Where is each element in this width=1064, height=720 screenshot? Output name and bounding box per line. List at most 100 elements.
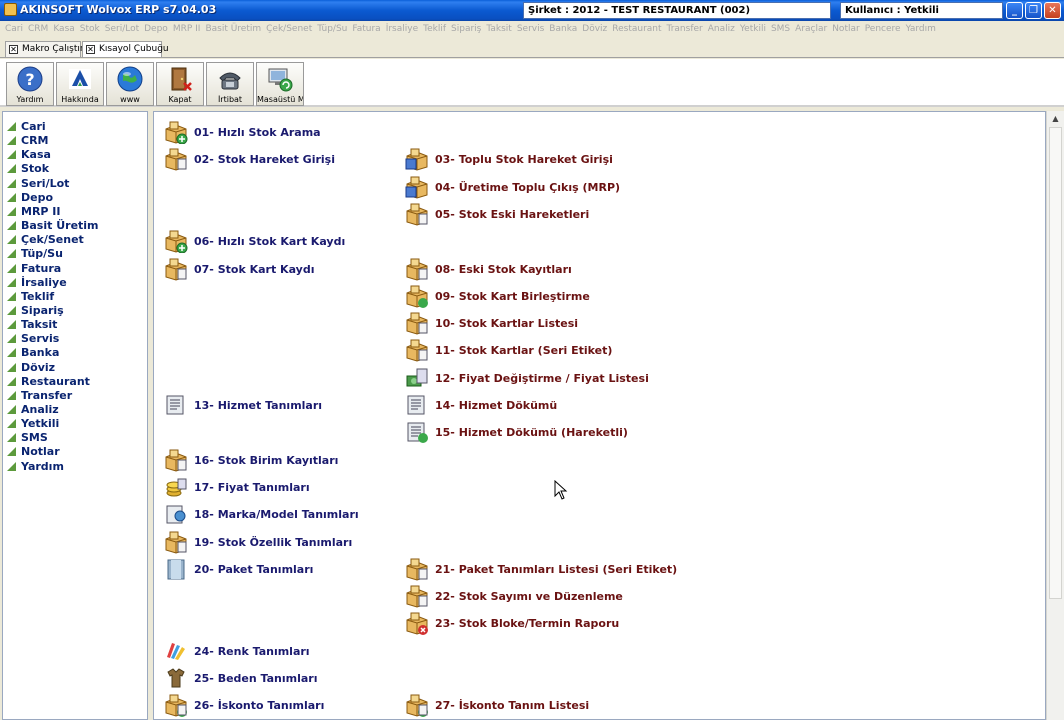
menu-item[interactable]: Döviz xyxy=(577,21,607,34)
sidebar-item[interactable]: Yetkili xyxy=(7,417,59,431)
module-link[interactable]: 22- Stok Sayımı ve Düzenleme xyxy=(405,584,725,608)
module-link-label[interactable]: 09- Stok Kart Birleştirme xyxy=(435,290,590,303)
scroll-thumb[interactable] xyxy=(1049,127,1062,599)
sidebar-item[interactable]: CRM xyxy=(7,134,49,148)
menu-item[interactable]: Restaurant xyxy=(607,21,661,34)
module-link[interactable]: 18- Marka/Model Tanımları xyxy=(164,502,484,526)
menu-item[interactable]: Transfer xyxy=(662,21,703,34)
menu-item[interactable]: Pencere xyxy=(860,21,901,34)
menu-item[interactable]: CRM xyxy=(23,21,48,34)
sidebar-item[interactable]: Restaurant xyxy=(7,375,90,389)
sidebar-item[interactable]: Taksit xyxy=(7,318,57,332)
module-link-label[interactable]: 17- Fiyat Tanımları xyxy=(194,481,310,494)
menu-item[interactable]: Servis xyxy=(512,21,544,34)
tab-close-icon[interactable]: ✕ xyxy=(9,45,18,54)
module-link[interactable]: 17- Fiyat Tanımları xyxy=(164,475,484,499)
module-link-label[interactable]: 12- Fiyat Değiştirme / Fiyat Listesi xyxy=(435,372,649,385)
minimize-button[interactable]: _ xyxy=(1006,2,1023,19)
menu-item[interactable]: Seri/Lot xyxy=(100,21,139,34)
exit-button[interactable]: Kapat xyxy=(156,62,204,106)
module-link[interactable]: 24- Renk Tanımları xyxy=(164,639,484,663)
sidebar-item[interactable]: İrsaliye xyxy=(7,276,67,290)
module-link[interactable]: 16- Stok Birim Kayıtları xyxy=(164,448,484,472)
module-link[interactable]: 15- Hizmet Dökümü (Hareketli) xyxy=(405,420,725,444)
module-link-label[interactable]: 23- Stok Bloke/Termin Raporu xyxy=(435,617,619,630)
module-link[interactable]: 23- Stok Bloke/Termin Raporu xyxy=(405,611,725,636)
module-link[interactable]: 04- Üretime Toplu Çıkış (MRP) xyxy=(405,175,725,199)
module-link-label[interactable]: 25- Beden Tanımları xyxy=(194,672,318,685)
module-link[interactable]: 01- Hızlı Stok Arama xyxy=(164,120,484,144)
desktop-button[interactable]: Masaüstü M xyxy=(256,62,304,106)
sidebar-item[interactable]: Servis xyxy=(7,332,59,346)
menu-item[interactable]: Çek/Senet xyxy=(261,21,312,34)
module-link-label[interactable]: 04- Üretime Toplu Çıkış (MRP) xyxy=(435,181,620,194)
menu-item[interactable]: Teklif xyxy=(418,21,446,34)
contact-button[interactable]: İrtibat xyxy=(206,62,254,106)
sidebar-item[interactable]: Basit Üretim xyxy=(7,219,99,233)
sidebar-item[interactable]: Depo xyxy=(7,191,53,205)
sidebar-item[interactable]: Seri/Lot xyxy=(7,177,69,191)
sidebar-item[interactable]: Döviz xyxy=(7,361,55,375)
module-link[interactable]: 12- Fiyat Değiştirme / Fiyat Listesi xyxy=(405,366,725,390)
sidebar-item[interactable]: Banka xyxy=(7,346,59,360)
module-link-label[interactable]: 02- Stok Hareket Girişi xyxy=(194,153,335,166)
module-link[interactable]: 08- Eski Stok Kayıtları xyxy=(405,257,725,281)
module-link-label[interactable]: 05- Stok Eski Hareketleri xyxy=(435,208,589,221)
company-field[interactable]: Şirket : 2012 - TEST RESTAURANT (002) xyxy=(523,2,831,19)
module-link-label[interactable]: 11- Stok Kartlar (Seri Etiket) xyxy=(435,344,612,357)
menu-item[interactable]: Kasa xyxy=(48,21,74,34)
about-button[interactable]: Hakkında xyxy=(56,62,104,106)
close-button[interactable]: ✕ xyxy=(1044,2,1061,19)
menu-item[interactable]: SMS xyxy=(766,21,790,34)
sidebar-item[interactable]: Cari xyxy=(7,120,46,134)
module-link-label[interactable]: 06- Hızlı Stok Kart Kaydı xyxy=(194,235,345,248)
module-link[interactable]: 25- Beden Tanımları xyxy=(164,666,484,690)
module-link[interactable]: 10- Stok Kartlar Listesi xyxy=(405,311,725,335)
module-link-label[interactable]: 24- Renk Tanımları xyxy=(194,645,310,658)
www-button[interactable]: www xyxy=(106,62,154,106)
sidebar-item[interactable]: SMS xyxy=(7,431,48,445)
menu-item[interactable]: Stok xyxy=(75,21,100,34)
module-link-label[interactable]: 26- İskonto Tanımları xyxy=(194,699,324,712)
module-link[interactable]: 06- Hızlı Stok Kart Kaydı xyxy=(164,229,484,254)
scroll-up-icon[interactable]: ▲ xyxy=(1048,111,1063,126)
module-link-label[interactable]: 13- Hizmet Tanımları xyxy=(194,399,322,412)
module-link-label[interactable]: 14- Hizmet Dökümü xyxy=(435,399,557,412)
sidebar-item[interactable]: Kasa xyxy=(7,148,51,162)
sidebar-item[interactable]: Teklif xyxy=(7,290,54,304)
menu-item[interactable]: Araçlar xyxy=(790,21,827,34)
sidebar-item[interactable]: Notlar xyxy=(7,445,60,459)
module-link-label[interactable]: 18- Marka/Model Tanımları xyxy=(194,508,359,521)
module-link-label[interactable]: 03- Toplu Stok Hareket Girişi xyxy=(435,153,613,166)
sidebar-item[interactable]: Sipariş xyxy=(7,304,64,318)
menu-item[interactable]: Yardım xyxy=(901,21,936,34)
module-link-label[interactable]: 01- Hızlı Stok Arama xyxy=(194,126,321,139)
module-link-label[interactable]: 15- Hizmet Dökümü (Hareketli) xyxy=(435,426,628,439)
module-link[interactable]: 05- Stok Eski Hareketleri xyxy=(405,202,725,226)
sidebar-item[interactable]: Yardım xyxy=(7,460,64,474)
module-link-label[interactable]: 21- Paket Tanımları Listesi (Seri Etiket… xyxy=(435,563,677,576)
menu-item[interactable]: Yetkili xyxy=(735,21,766,34)
module-link-label[interactable]: 16- Stok Birim Kayıtları xyxy=(194,454,338,467)
module-link-label[interactable]: 08- Eski Stok Kayıtları xyxy=(435,263,572,276)
menu-item[interactable]: Depo xyxy=(139,21,168,34)
module-link-label[interactable]: 20- Paket Tanımları xyxy=(194,563,313,576)
vertical-scrollbar[interactable]: ▲ xyxy=(1046,111,1064,720)
module-link[interactable]: 03- Toplu Stok Hareket Girişi xyxy=(405,147,725,171)
tab-kisayol-cubugu[interactable]: ✕ Kısayol Çubuğu xyxy=(82,41,169,57)
menu-item[interactable]: Sipariş xyxy=(446,21,481,34)
menu-item[interactable]: İrsaliye xyxy=(381,21,418,34)
module-link[interactable]: 21- Paket Tanımları Listesi (Seri Etiket… xyxy=(405,557,725,581)
module-link-label[interactable]: 19- Stok Özellik Tanımları xyxy=(194,536,352,549)
module-link-label[interactable]: 10- Stok Kartlar Listesi xyxy=(435,317,578,330)
menu-item[interactable]: Tüp/Su xyxy=(312,21,347,34)
menu-item[interactable]: Banka xyxy=(544,21,577,34)
sidebar-item[interactable]: Analiz xyxy=(7,403,59,417)
menu-item[interactable]: Notlar xyxy=(827,21,859,34)
module-link[interactable]: 19- Stok Özellik Tanımları xyxy=(164,530,484,554)
sidebar-item[interactable]: Transfer xyxy=(7,389,72,403)
menu-item[interactable]: Fatura xyxy=(347,21,380,34)
tab-makro-calistir[interactable]: ✕ Makro Çalıştır xyxy=(5,41,84,57)
restore-button[interactable]: ❐ xyxy=(1025,2,1042,19)
user-field[interactable]: Kullanıcı : Yetkili xyxy=(840,2,1003,19)
